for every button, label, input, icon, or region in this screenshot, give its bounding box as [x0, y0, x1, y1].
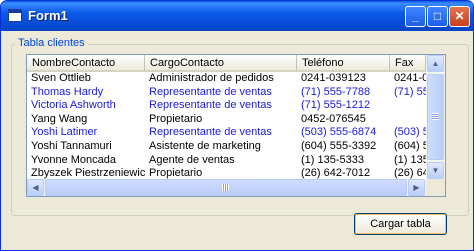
table-row[interactable]: Yoshi Tannamuri Asistente de marketing (60…: [27, 140, 426, 154]
table-cell[interactable]: [390, 99, 426, 113]
table-cell[interactable]: (1) 135: [390, 154, 426, 168]
close-button[interactable]: ✕: [449, 6, 470, 27]
table-cell[interactable]: (604) 555-3392: [297, 140, 390, 154]
column-header-fax[interactable]: Fax: [390, 55, 426, 72]
form1-window: Form1 _ □ ✕ Tabla clientes NombreContact…: [0, 0, 474, 251]
table-cell[interactable]: [390, 113, 426, 127]
scroll-up-button[interactable]: ▲: [427, 55, 444, 72]
horizontal-scrollbar[interactable]: ◀ ▶: [27, 179, 426, 196]
chevron-down-icon: ▼: [431, 166, 440, 175]
table-cell[interactable]: Victoria Ashworth: [27, 99, 145, 113]
table-cell[interactable]: Representante de ventas: [145, 126, 297, 140]
load-table-button[interactable]: Cargar tabla: [354, 213, 447, 235]
table-cell[interactable]: Yang Wang: [27, 113, 145, 127]
column-header-nombre-contacto[interactable]: NombreContacto: [27, 55, 145, 72]
app-window-icon[interactable]: [8, 9, 22, 22]
table-cell[interactable]: (1) 135-5333: [297, 154, 390, 168]
chevron-right-icon: ▶: [413, 183, 420, 192]
table-cell[interactable]: Representante de ventas: [145, 86, 297, 100]
vertical-scroll-thumb[interactable]: [427, 74, 444, 160]
table-row[interactable]: Yvonne Moncada Agente de ventas (1) 135-53…: [27, 154, 426, 168]
close-icon: ✕: [454, 9, 465, 23]
clients-table[interactable]: NombreContacto CargoContacto Teléfono Fa…: [26, 54, 446, 197]
table-cell[interactable]: Thomas Hardy: [27, 86, 145, 100]
table-row[interactable]: Sven Ottlieb Administrador de pedidos 0241…: [27, 72, 426, 86]
column-header-cargo-contacto[interactable]: CargoContacto: [145, 55, 297, 72]
grip-icon: [431, 113, 439, 120]
maximize-icon: □: [433, 9, 442, 23]
table-cell[interactable]: Sven Ottlieb: [27, 72, 145, 86]
group-label: Tabla clientes: [15, 37, 88, 49]
table-cell[interactable]: (71) 55: [390, 86, 426, 100]
minimize-button[interactable]: _: [405, 6, 426, 27]
table-cell[interactable]: Yoshi Latimer: [27, 126, 145, 140]
maximize-button[interactable]: □: [427, 6, 448, 27]
table-header: NombreContacto CargoContacto Teléfono Fa…: [27, 55, 426, 72]
table-cell[interactable]: 0241-039123: [297, 72, 390, 86]
table-cell[interactable]: (71) 555-1212: [297, 99, 390, 113]
minimize-icon: _: [412, 9, 419, 23]
table-cell[interactable]: Asistente de marketing: [145, 140, 297, 154]
table-cell[interactable]: Representante de ventas: [145, 99, 297, 113]
table-cell[interactable]: (604) 5: [390, 140, 426, 154]
chevron-left-icon: ◀: [32, 183, 39, 192]
table-cell[interactable]: Propietario: [145, 113, 297, 127]
table-cell[interactable]: Yvonne Moncada: [27, 154, 145, 168]
table-cell[interactable]: (71) 555-7788: [297, 86, 390, 100]
title-bar[interactable]: Form1 _ □ ✕: [1, 1, 473, 31]
column-header-telefono[interactable]: Teléfono: [297, 55, 390, 72]
table-row[interactable]: Yang Wang Propietario 0452-076545: [27, 113, 426, 127]
scroll-right-button[interactable]: ▶: [408, 179, 425, 196]
table-cell[interactable]: (503) 555-6874: [297, 126, 390, 140]
table-cell[interactable]: 0452-076545: [297, 113, 390, 127]
grip-icon: [222, 183, 229, 191]
table-row[interactable]: Victoria Ashworth Representante de ventas…: [27, 99, 426, 113]
chevron-up-icon: ▲: [431, 59, 440, 68]
table-cell[interactable]: Administrador de pedidos: [145, 72, 297, 86]
table-row[interactable]: Thomas Hardy Representante de ventas (71) …: [27, 86, 426, 100]
form-client-area: Tabla clientes NombreContacto CargoConta…: [5, 31, 469, 246]
table-row[interactable]: Yoshi Latimer Representante de ventas (503…: [27, 126, 426, 140]
table-cell[interactable]: Yoshi Tannamuri: [27, 140, 145, 154]
window-title: Form1: [28, 8, 68, 23]
table-body: Sven Ottlieb Administrador de pedidos 0241…: [27, 72, 426, 181]
scroll-left-button[interactable]: ◀: [27, 179, 44, 196]
vertical-scrollbar[interactable]: ▲ ▼: [426, 55, 445, 179]
scrollbar-corner: [426, 179, 445, 196]
table-cell[interactable]: (503) 5: [390, 126, 426, 140]
table-cell[interactable]: Agente de ventas: [145, 154, 297, 168]
scroll-down-button[interactable]: ▼: [427, 162, 444, 179]
table-cell[interactable]: 0241-0: [390, 72, 426, 86]
horizontal-scroll-thumb[interactable]: [45, 179, 407, 196]
